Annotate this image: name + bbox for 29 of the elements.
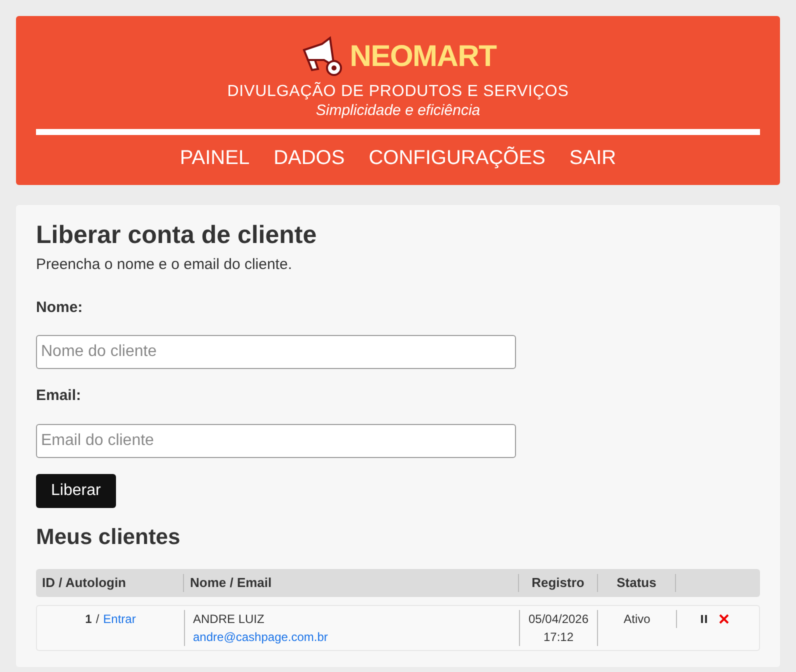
status-text: Ativo <box>624 610 650 628</box>
input-field[interactable]: Nome do cliente <box>36 335 516 370</box>
form-subtitle: Preencha o nome e o email do cliente. <box>36 255 293 276</box>
section-title: Meus clientes <box>36 522 182 551</box>
brand-logo-text: NEOMART <box>350 42 496 72</box>
column-header: ID / Autologin <box>42 574 126 592</box>
nav-link[interactable]: PAINEL <box>180 142 250 173</box>
client-name: ANDRE LUIZ <box>193 610 266 628</box>
nav-link[interactable]: CONFIGURAÇÕES <box>368 142 546 173</box>
field-label: Nome: <box>36 298 84 318</box>
register-date: 05/04/2026 <box>528 610 589 628</box>
column-header: Registro <box>532 574 584 592</box>
autologin-link[interactable]: Entrar <box>103 610 136 628</box>
close-icon[interactable] <box>719 614 729 624</box>
nav-link[interactable]: DADOS <box>274 142 345 173</box>
submit-button[interactable]: Liberar <box>36 474 116 508</box>
client-id: 1 <box>85 610 92 628</box>
column-header: Status <box>616 574 656 592</box>
column-header: Nome / Email <box>190 574 272 592</box>
slogan: Simplicidade e eficiência <box>316 102 480 121</box>
separator-text: / <box>96 610 100 628</box>
register-time: 17:12 <box>543 628 574 646</box>
input-field[interactable]: Email do cliente <box>36 424 516 458</box>
pause-icon[interactable] <box>701 614 707 623</box>
field-label: Email: <box>36 386 82 406</box>
tagline: DIVULGAÇÃO DE PRODUTOS E SERVIÇOS <box>227 82 569 102</box>
email-link[interactable]: andre@cashpage.com.br <box>193 628 328 646</box>
nav-link[interactable]: SAIR <box>569 142 616 173</box>
form-title: Liberar conta de cliente <box>36 220 318 251</box>
